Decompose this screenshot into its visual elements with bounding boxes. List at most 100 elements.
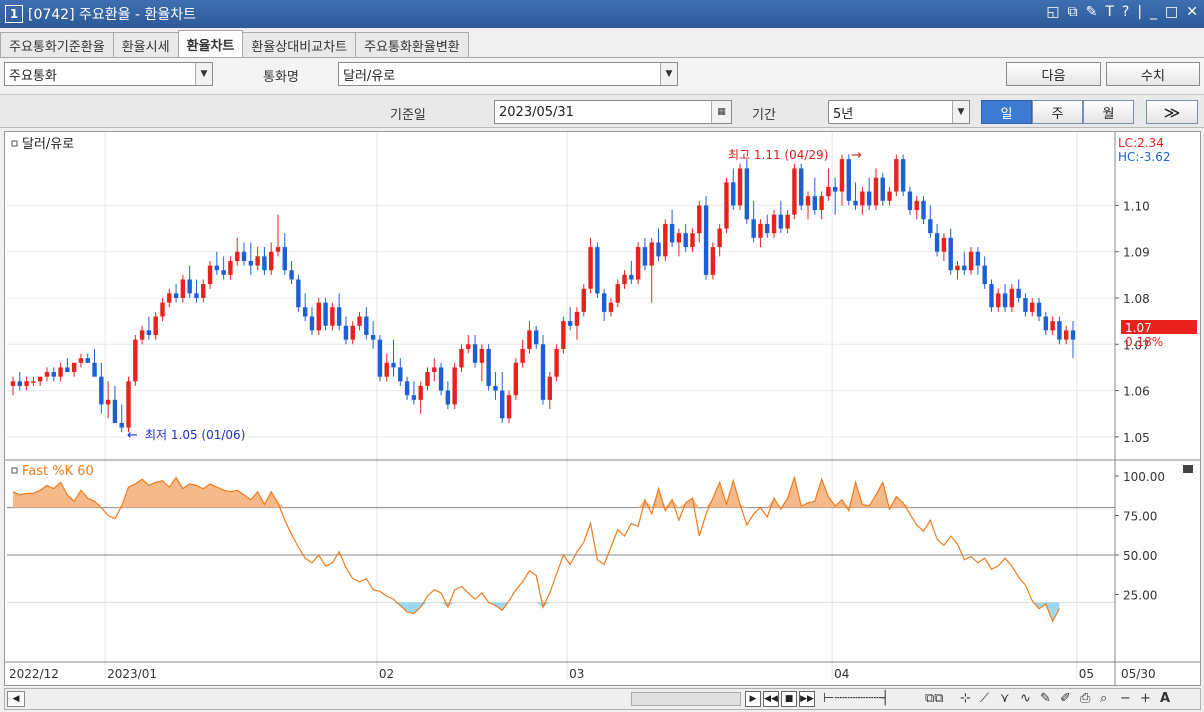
base-date-input[interactable]: 2023/05/31 ▦ xyxy=(494,100,732,124)
zoom-in-icon[interactable]: + xyxy=(1140,691,1151,706)
candle-body xyxy=(493,385,498,391)
edit-icon[interactable]: ✎ xyxy=(1086,4,1098,20)
candle-body xyxy=(1070,330,1076,340)
scroll-left-button[interactable]: ◀ xyxy=(7,691,25,707)
panel-menu-icon[interactable] xyxy=(1183,465,1193,473)
candle-body xyxy=(737,168,743,206)
period-day-button[interactable]: 일 xyxy=(981,100,1032,124)
candle-body xyxy=(880,177,885,201)
zoom-slider-icon[interactable]: ⊢┄┄┄┄┄┄┤ xyxy=(823,691,889,706)
candle-body xyxy=(44,372,50,377)
fibonacci-icon[interactable]: ⋎ xyxy=(1000,691,1010,706)
candle-body xyxy=(832,186,838,192)
candle-body xyxy=(982,265,987,285)
chevron-down-icon[interactable]: ▼ xyxy=(195,63,212,85)
chevron-down-icon[interactable]: ▼ xyxy=(952,101,969,123)
candle-body xyxy=(1063,330,1069,340)
period-month-button[interactable]: 월 xyxy=(1083,100,1134,124)
category-select[interactable]: 주요통화 ▼ xyxy=(4,62,213,86)
trendline-icon[interactable]: ⟋ xyxy=(980,691,989,706)
link-window-icon[interactable]: ◱ xyxy=(1046,4,1059,20)
currency-select[interactable]: 달러/유로 ▼ xyxy=(338,62,678,86)
date-label: 2023/01 xyxy=(107,667,157,681)
candle-body xyxy=(235,251,240,261)
close-icon[interactable]: ✕ xyxy=(1186,4,1198,20)
candle-body xyxy=(540,344,546,400)
candle-body xyxy=(330,307,335,326)
candle-body xyxy=(948,237,953,271)
candle-body xyxy=(601,293,607,312)
candle-body xyxy=(724,182,729,229)
oscillator-panel xyxy=(12,475,1060,623)
candle-body xyxy=(615,284,620,303)
calendar-icon[interactable]: ▦ xyxy=(711,101,731,123)
horizontal-scrollbar[interactable] xyxy=(631,692,741,706)
copy-window-icon[interactable]: ⧉ xyxy=(1068,4,1078,20)
osc-overbought-fill xyxy=(13,477,1060,508)
candle-body xyxy=(717,228,722,248)
osc-marker-icon xyxy=(11,467,18,474)
candle-body xyxy=(78,358,84,363)
rewind-icon[interactable]: ◀◀ xyxy=(763,691,779,707)
candle-body xyxy=(316,302,321,331)
candle-body xyxy=(472,344,478,363)
search-icon[interactable]: ⌕ xyxy=(1100,691,1107,706)
candle-body xyxy=(860,191,865,206)
play-icon[interactable]: ▶ xyxy=(745,691,761,707)
draw-icon[interactable]: ✎ xyxy=(1040,691,1051,706)
price-tick-label: 1.06 xyxy=(1123,385,1150,399)
candle-body xyxy=(139,330,145,340)
candle-body xyxy=(561,321,566,349)
crosshair-icon[interactable]: ⊹ xyxy=(960,691,971,706)
candle-body xyxy=(459,348,464,368)
chevron-down-icon[interactable]: ▼ xyxy=(660,63,677,85)
font-icon[interactable]: T xyxy=(1105,4,1114,20)
filter-row: 주요통화 ▼ 통화명 달러/유로 ▼ 다음 수치 xyxy=(0,57,1204,89)
candle-body xyxy=(391,362,396,368)
tab-major-currency-rate[interactable]: 주요통화기준환율 xyxy=(0,32,114,57)
zoom-out-icon[interactable]: − xyxy=(1120,691,1131,706)
candle-body xyxy=(955,265,960,271)
next-button[interactable]: 다음 xyxy=(1006,62,1101,86)
tab-currency-converter[interactable]: 주요통화환율변환 xyxy=(355,32,469,57)
candle-body xyxy=(812,196,818,211)
currency-value: 달러/유로 xyxy=(343,68,396,84)
price-tick-label: 1.10 xyxy=(1123,199,1150,213)
help-icon[interactable]: ? xyxy=(1122,4,1129,20)
chart-area[interactable]: 1.10 1.09 1.08 1.07 1.06 1.05 2022/12 2023/01 02… xyxy=(4,131,1201,686)
candle-body xyxy=(438,367,444,391)
tab-relative-compare-chart[interactable]: 환율상대비교차트 xyxy=(242,32,357,57)
candle-body xyxy=(105,399,111,405)
stop-icon[interactable]: ■ xyxy=(781,691,797,707)
tab-rate-chart[interactable]: 환율차트 xyxy=(177,30,244,57)
tab-rate-quotes[interactable]: 환율시세 xyxy=(112,32,179,57)
font-size-icon[interactable]: A xyxy=(1160,691,1170,706)
candle-body xyxy=(221,270,226,275)
maximize-icon[interactable]: □ xyxy=(1165,4,1178,20)
candle-body xyxy=(336,307,342,326)
candle-body xyxy=(133,339,138,382)
expand-button[interactable]: ≫ xyxy=(1146,100,1198,124)
period-select[interactable]: 5년 ▼ xyxy=(828,100,970,124)
candle-body xyxy=(452,367,457,405)
candle-body xyxy=(445,390,451,405)
low-annotation: 최저 1.05 (01/06) xyxy=(145,428,245,442)
layout-icon[interactable]: ⧉⧉ xyxy=(925,691,944,706)
hc-label: HC:-3.62 xyxy=(1118,150,1171,164)
last-price: 1.07 xyxy=(1125,321,1152,335)
print-icon[interactable]: ⎙ xyxy=(1080,691,1090,706)
candle-body xyxy=(527,330,532,349)
wave-icon[interactable]: ∿ xyxy=(1020,691,1031,706)
candle-body xyxy=(350,325,355,340)
candle-body xyxy=(866,191,872,206)
period-week-button[interactable]: 주 xyxy=(1032,100,1083,124)
minimize-icon[interactable]: _ xyxy=(1150,4,1157,20)
value-button[interactable]: 수치 xyxy=(1106,62,1200,86)
window-number-badge: 1 xyxy=(5,5,23,23)
candle-body xyxy=(962,265,967,271)
candle-body xyxy=(17,381,23,386)
candle-body xyxy=(398,367,403,382)
candle-body xyxy=(907,191,913,211)
fast-forward-icon[interactable]: ▶▶ xyxy=(799,691,815,707)
pencil-icon[interactable]: ✐ xyxy=(1060,691,1071,706)
